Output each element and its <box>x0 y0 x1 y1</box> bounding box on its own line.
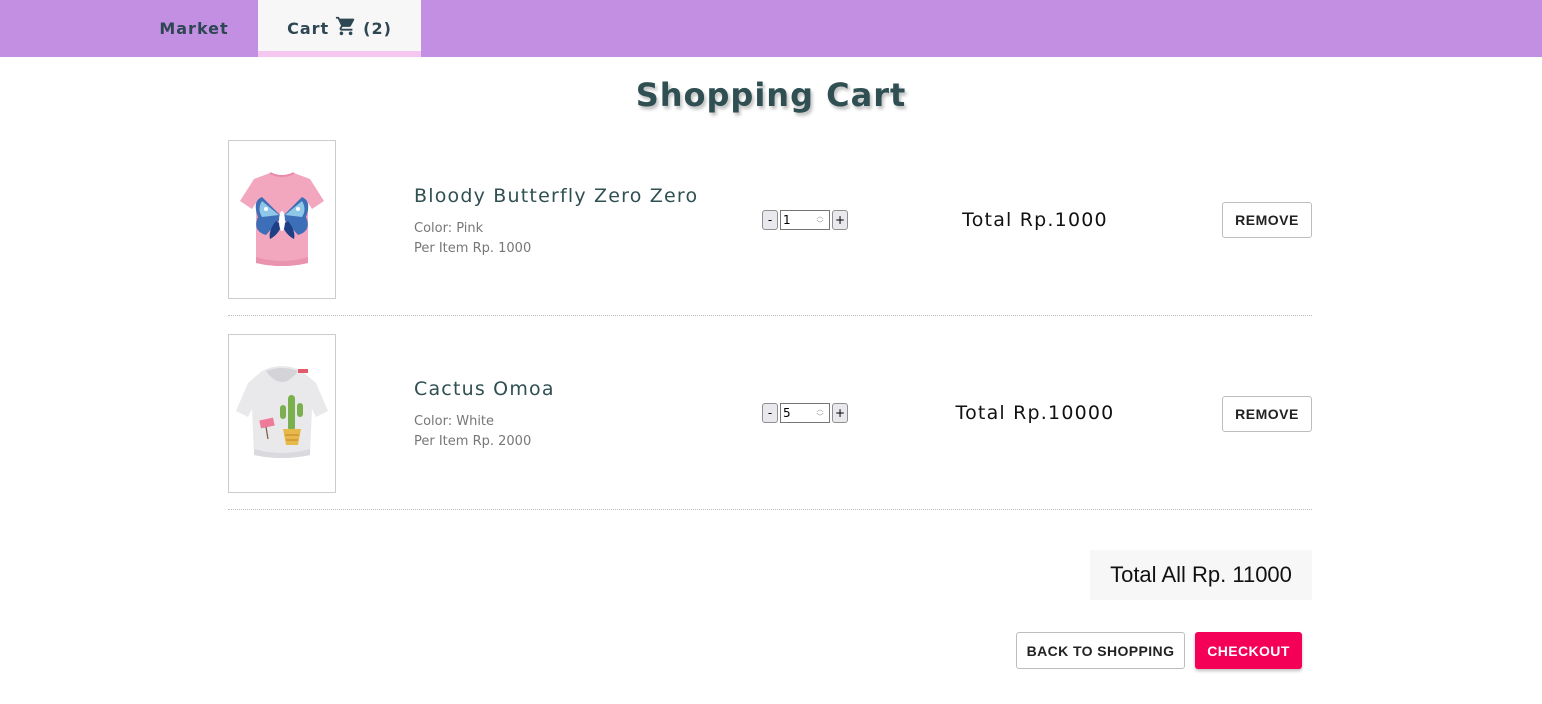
line-total: Total Rp.10000 <box>955 402 1115 424</box>
product-name: Bloody Butterfly Zero Zero <box>414 185 699 207</box>
product-unit-price: Per Item Rp. 2000 <box>414 434 532 449</box>
remove-item-button[interactable]: REMOVE <box>1222 202 1312 238</box>
spinner-arrows-icon[interactable]: ︿ ﹀ <box>813 405 827 421</box>
cart-item-row: Bloody Butterfly Zero Zero Color: Pink P… <box>228 140 1312 316</box>
nav-market-label: Market <box>159 19 229 38</box>
top-navbar: Market Cart (2) <box>0 0 1542 57</box>
increase-quantity-button[interactable]: + <box>832 210 848 230</box>
quantity-stepper: - 5 ︿ ﹀ + <box>762 402 848 424</box>
back-to-shopping-button[interactable]: BACK TO SHOPPING <box>1016 632 1185 669</box>
cart-item-row: Cactus Omoa Color: White Per Item Rp. 20… <box>228 334 1312 510</box>
cart-grand-total: Total All Rp. 11000 <box>1090 550 1312 600</box>
decrease-quantity-button[interactable]: - <box>762 403 778 423</box>
quantity-value: 5 <box>783 406 791 420</box>
white-cactus-hoodie-image <box>236 365 328 458</box>
nav-tab-market[interactable]: Market <box>130 0 258 57</box>
product-image <box>228 140 336 299</box>
decrease-quantity-button[interactable]: - <box>762 210 778 230</box>
quantity-value: 1 <box>783 213 791 227</box>
pink-tshirt-image <box>240 171 324 266</box>
quantity-stepper: - 1 ︿ ﹀ + <box>762 209 848 231</box>
line-total: Total Rp.1000 <box>962 209 1108 231</box>
product-unit-price: Per Item Rp. 1000 <box>414 241 532 256</box>
shopping-cart-icon <box>335 15 357 41</box>
quantity-input[interactable]: 5 ︿ ﹀ <box>780 403 830 423</box>
nav-tab-cart[interactable]: Cart (2) <box>258 0 421 57</box>
increase-quantity-button[interactable]: + <box>832 403 848 423</box>
cart-count-badge: (2) <box>363 18 392 38</box>
quantity-input[interactable]: 1 ︿ ﹀ <box>780 210 830 230</box>
product-image <box>228 334 336 493</box>
page-title: Shopping Cart <box>635 76 907 114</box>
remove-item-button[interactable]: REMOVE <box>1222 396 1312 432</box>
product-color: Color: Pink <box>414 221 484 236</box>
checkout-button[interactable]: CHECKOUT <box>1195 632 1302 669</box>
nav-cart-label: Cart <box>287 18 330 38</box>
spinner-arrows-icon[interactable]: ︿ ﹀ <box>813 212 827 228</box>
product-name: Cactus Omoa <box>414 378 555 400</box>
product-color: Color: White <box>414 414 495 429</box>
